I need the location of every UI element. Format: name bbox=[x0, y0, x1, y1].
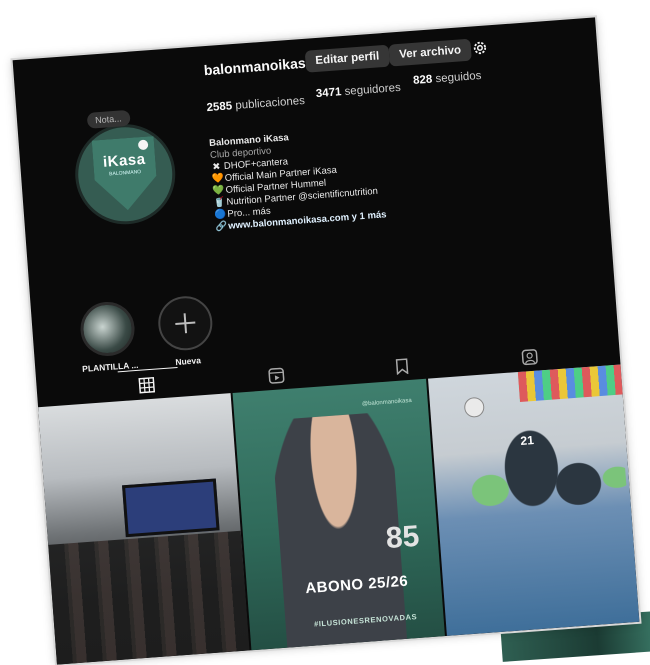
posts-label: publicaciones bbox=[234, 94, 306, 112]
orange-heart-icon: 🧡 bbox=[211, 173, 225, 185]
post-handle-text: @balonmanoikasa bbox=[361, 397, 412, 408]
post-tile[interactable] bbox=[38, 393, 250, 665]
highlight-new[interactable]: Nueva bbox=[148, 294, 223, 369]
jersey-number: 21 bbox=[519, 433, 535, 449]
profile-username: balonmanoikasa bbox=[203, 54, 314, 79]
link-icon: 🔗 bbox=[214, 220, 228, 233]
crest-text: iKasa bbox=[102, 150, 147, 171]
presentation-screen bbox=[122, 478, 220, 538]
note-bubble[interactable]: Nota... bbox=[86, 109, 131, 129]
posts-stat[interactable]: 2585 publicaciones bbox=[206, 95, 305, 114]
team-group-photo bbox=[48, 530, 250, 665]
post-tile[interactable]: 21 bbox=[427, 364, 640, 636]
following-stat[interactable]: 828 seguidos bbox=[413, 70, 482, 87]
cross-icon: ✖ bbox=[212, 161, 221, 173]
club-crest-logo: iKasa BALONMANO bbox=[92, 136, 159, 212]
view-archive-button[interactable]: Ver archivo bbox=[388, 38, 472, 67]
posts-grid: @balonmanoikasa 85 ABONO 25/26 #ILUSIONE… bbox=[38, 364, 640, 665]
followers-stat[interactable]: 3471 seguidores bbox=[315, 82, 401, 100]
highlight-plantilla[interactable]: PLANTILLA ... bbox=[71, 299, 146, 374]
jersey-number: 85 bbox=[384, 519, 421, 556]
post-tile[interactable]: @balonmanoikasa 85 ABONO 25/26 #ILUSIONE… bbox=[232, 378, 445, 651]
grid-posts-icon[interactable] bbox=[138, 376, 156, 394]
green-heart-icon: 💚 bbox=[212, 185, 225, 197]
handball-icon bbox=[138, 140, 149, 151]
stadium-seats bbox=[517, 364, 630, 402]
following-label: seguidos bbox=[435, 69, 482, 86]
plus-icon bbox=[175, 313, 196, 334]
followers-label: seguidores bbox=[344, 81, 402, 98]
settings-gear-icon[interactable] bbox=[470, 38, 489, 57]
blue-circle-icon: 🔵 bbox=[214, 208, 227, 221]
reels-icon[interactable] bbox=[268, 367, 285, 384]
profile-bio: Balonmano iKasa Club deportivo ✖ DHOF+can… bbox=[209, 125, 387, 233]
saved-bookmark-icon[interactable] bbox=[394, 358, 411, 376]
posts-count: 2585 bbox=[206, 100, 233, 115]
match-players bbox=[450, 404, 635, 607]
drink-icon: 🥤 bbox=[213, 197, 226, 209]
profile-avatar[interactable]: iKasa BALONMANO bbox=[71, 120, 179, 228]
instagram-profile-screenshot: iKasa BALONMANO Nota... balonmanoikasa E… bbox=[12, 17, 640, 665]
tagged-user-icon[interactable] bbox=[521, 349, 538, 366]
following-count: 828 bbox=[412, 73, 433, 87]
crest-subtext: BALONMANO bbox=[109, 169, 142, 178]
new-highlight-circle bbox=[156, 294, 215, 353]
highlight-cover-photo bbox=[78, 300, 137, 358]
edit-profile-button[interactable]: Editar perfil bbox=[304, 44, 390, 73]
followers-count: 3471 bbox=[315, 86, 342, 101]
